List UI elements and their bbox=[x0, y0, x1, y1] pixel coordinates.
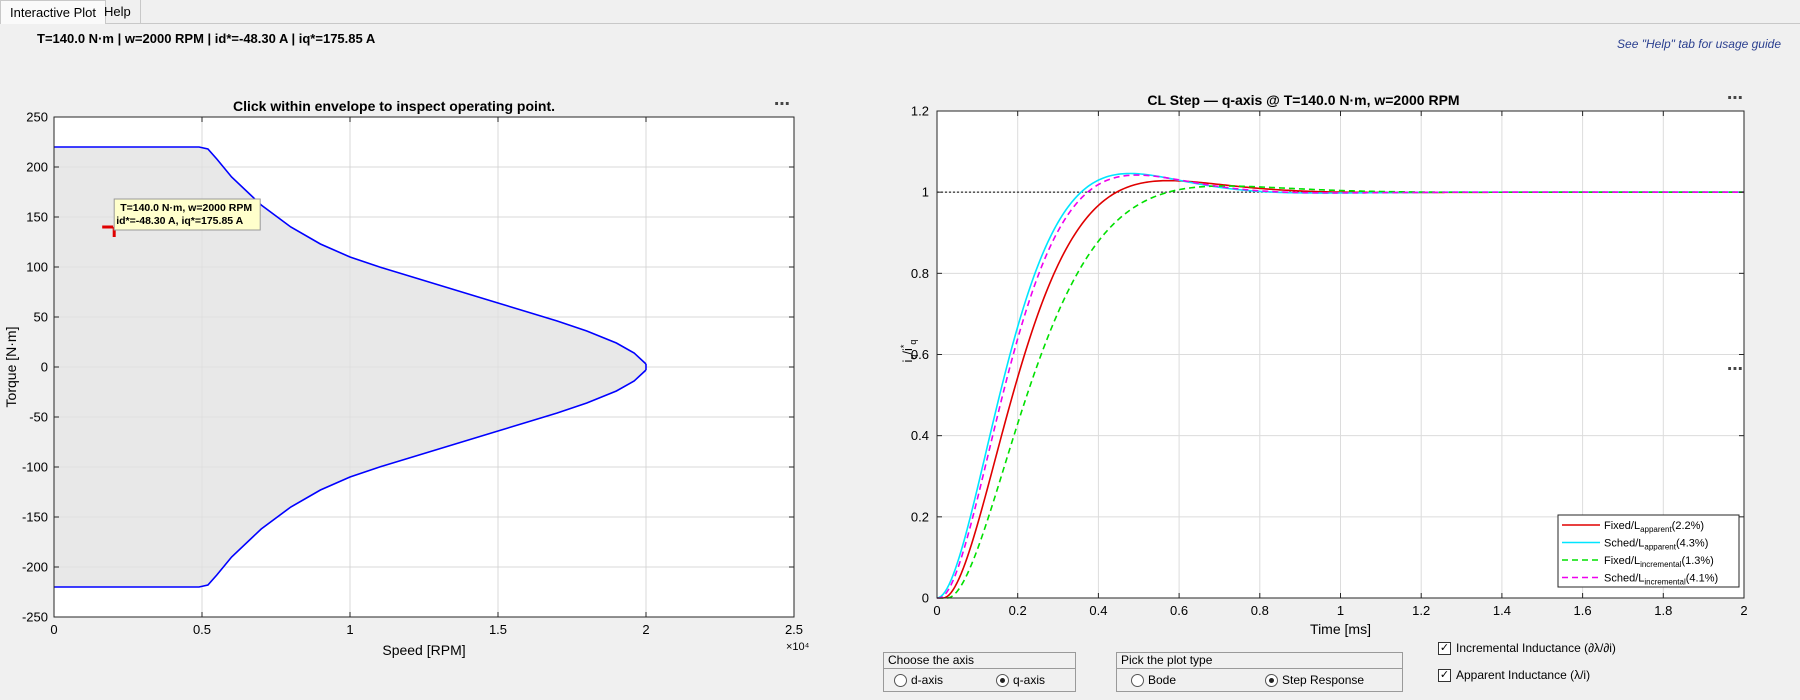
x-tick-label: 0.4 bbox=[1089, 603, 1107, 618]
tab-interactive-plot[interactable]: Interactive Plot bbox=[0, 0, 106, 24]
x-tick-label: 0 bbox=[933, 603, 940, 618]
plot-type-group: Pick the plot type Bode Step Response bbox=[1116, 652, 1403, 692]
incremental-inductance-label: Incremental Inductance (∂λ/∂i) bbox=[1456, 641, 1616, 655]
bode-radio[interactable]: Bode bbox=[1131, 672, 1176, 688]
axis-choice-group: Choose the axis d-axis q-axis bbox=[883, 652, 1076, 692]
legend-pct: (4.1%) bbox=[1686, 573, 1718, 585]
x-tick-label: 0 bbox=[50, 622, 57, 637]
step-plot-title: CL Step — q-axis @ T=140.0 N·m, w=2000 R… bbox=[1147, 92, 1459, 108]
y-tick-label: 50 bbox=[34, 310, 48, 325]
bode-radio-label: Bode bbox=[1148, 673, 1177, 687]
axis-choice-title: Choose the axis bbox=[888, 653, 975, 667]
y-label-sub2: q bbox=[908, 340, 918, 345]
y-tick-label: 1 bbox=[922, 185, 929, 200]
legend-name: Fixed/L bbox=[1604, 555, 1640, 567]
x-tick-label: 1.8 bbox=[1654, 603, 1672, 618]
y-tick-label: 250 bbox=[26, 110, 48, 125]
x-tick-label: 2.5 bbox=[785, 622, 803, 637]
incremental-inductance-check-icon[interactable]: ✓ bbox=[1438, 641, 1451, 655]
x-axis-label: Speed [RPM] bbox=[382, 642, 465, 658]
step-response-radio-label: Step Response bbox=[1282, 673, 1365, 687]
closed-loop-step-plot[interactable]: 0 0.2 0.4 0.6 0.8 1 1.2 1.4 1.6 1.8 200.20.40.60.8… bbox=[860, 80, 1760, 640]
x-tick-label: 1 bbox=[346, 622, 353, 637]
y-tick-label: 0 bbox=[922, 591, 929, 606]
torque-speed-envelope-plot[interactable]: 0 0.5 1 1.5 2 2.5 -250 -200 -150 -100 -50 0 50 100 150… bbox=[0, 80, 810, 670]
y-tick-label: -250 bbox=[22, 610, 48, 625]
help-hint: See "Help" tab for usage guide bbox=[1617, 37, 1781, 51]
y-axis-label: Torque [N·m] bbox=[3, 327, 19, 408]
step-response-radio-circle[interactable] bbox=[1265, 673, 1278, 687]
axes-toolbar-icon[interactable]: ⋯ bbox=[1727, 362, 1744, 378]
y-tick-label: 150 bbox=[26, 210, 48, 225]
q-axis-radio[interactable]: q-axis bbox=[996, 672, 1045, 688]
envelope-plot-title: Click within envelope to inspect operati… bbox=[233, 98, 555, 114]
q-axis-radio-circle[interactable] bbox=[996, 673, 1009, 687]
x-tick-label: 2 bbox=[1740, 603, 1747, 618]
y-tick-label: 0 bbox=[41, 360, 48, 375]
y-tick-label: 0.2 bbox=[911, 509, 929, 524]
x-tick-label: 0.6 bbox=[1170, 603, 1188, 618]
y-tick-label: 0.8 bbox=[911, 266, 929, 281]
d-axis-radio-label: d-axis bbox=[911, 673, 944, 687]
step-response-radio[interactable]: Step Response bbox=[1265, 672, 1364, 688]
x-tick-label: 0.2 bbox=[1009, 603, 1027, 618]
legend-name: Sched/L bbox=[1604, 573, 1644, 585]
legend-sub: apparent bbox=[1640, 525, 1672, 534]
operating-point-readout: T=140.0 N·m | w=2000 RPM | id*=-48.30 A … bbox=[37, 31, 376, 46]
x-tick-label: 0.8 bbox=[1251, 603, 1269, 618]
legend-pct: (2.2%) bbox=[1672, 520, 1704, 532]
x-tick-label: 1.2 bbox=[1412, 603, 1430, 618]
legend-name: Sched/L bbox=[1604, 538, 1644, 550]
x-tick-label: 0.5 bbox=[193, 622, 211, 637]
tooltip-line-2: id*=-48.30 A, iq*=175.85 A bbox=[116, 215, 243, 227]
legend-sub: incremental bbox=[1644, 578, 1686, 587]
y-tick-label: -150 bbox=[22, 510, 48, 525]
y-tick-label: 100 bbox=[26, 260, 48, 275]
apparent-inductance-check-icon[interactable]: ✓ bbox=[1438, 668, 1451, 682]
d-axis-radio-circle[interactable] bbox=[894, 673, 907, 687]
x-axis-label: Time [ms] bbox=[1310, 621, 1371, 637]
tooltip-line-1: T=140.0 N·m, w=2000 RPM bbox=[120, 202, 252, 214]
x-tick-label: 2 bbox=[642, 622, 649, 637]
tab-help[interactable]: Help bbox=[95, 0, 141, 24]
y-tick-label: 0.4 bbox=[911, 428, 929, 443]
d-axis-radio[interactable]: d-axis bbox=[894, 672, 943, 688]
apparent-inductance-checkbox[interactable]: ✓ Apparent Inductance (λ/i) bbox=[1438, 667, 1590, 683]
x-tick-label: 1.6 bbox=[1574, 603, 1592, 618]
apparent-inductance-label: Apparent Inductance (λ/i) bbox=[1456, 668, 1591, 682]
x-tick-label: 1 bbox=[1337, 603, 1344, 618]
envelope-plot-menu-icon[interactable]: ⋯ bbox=[774, 97, 791, 113]
y-tick-label: 1.2 bbox=[911, 104, 929, 119]
y-tick-label: -50 bbox=[29, 410, 48, 425]
y-tick-label: -200 bbox=[22, 560, 48, 575]
incremental-inductance-checkbox[interactable]: ✓ Incremental Inductance (∂λ/∂i) bbox=[1438, 640, 1616, 656]
legend-sub: apparent bbox=[1644, 543, 1676, 552]
y-tick-label: -100 bbox=[22, 460, 48, 475]
legend-pct: (1.3%) bbox=[1681, 555, 1713, 567]
legend-pct: (4.3%) bbox=[1676, 538, 1708, 550]
x-multiplier-label: ×10⁴ bbox=[786, 641, 810, 653]
step-plot-menu-icon[interactable]: ⋯ bbox=[1727, 91, 1744, 107]
q-axis-radio-label: q-axis bbox=[1013, 673, 1046, 687]
tab-bar: Interactive Plot Help bbox=[0, 0, 1800, 24]
bode-radio-circle[interactable] bbox=[1131, 673, 1144, 687]
x-tick-label: 1.4 bbox=[1493, 603, 1511, 618]
y-tick-label: 200 bbox=[26, 160, 48, 175]
x-tick-label: 1.5 bbox=[489, 622, 507, 637]
legend-sub: incremental bbox=[1640, 560, 1682, 569]
legend-name: Fixed/L bbox=[1604, 520, 1640, 532]
plot-type-title: Pick the plot type bbox=[1121, 653, 1213, 667]
